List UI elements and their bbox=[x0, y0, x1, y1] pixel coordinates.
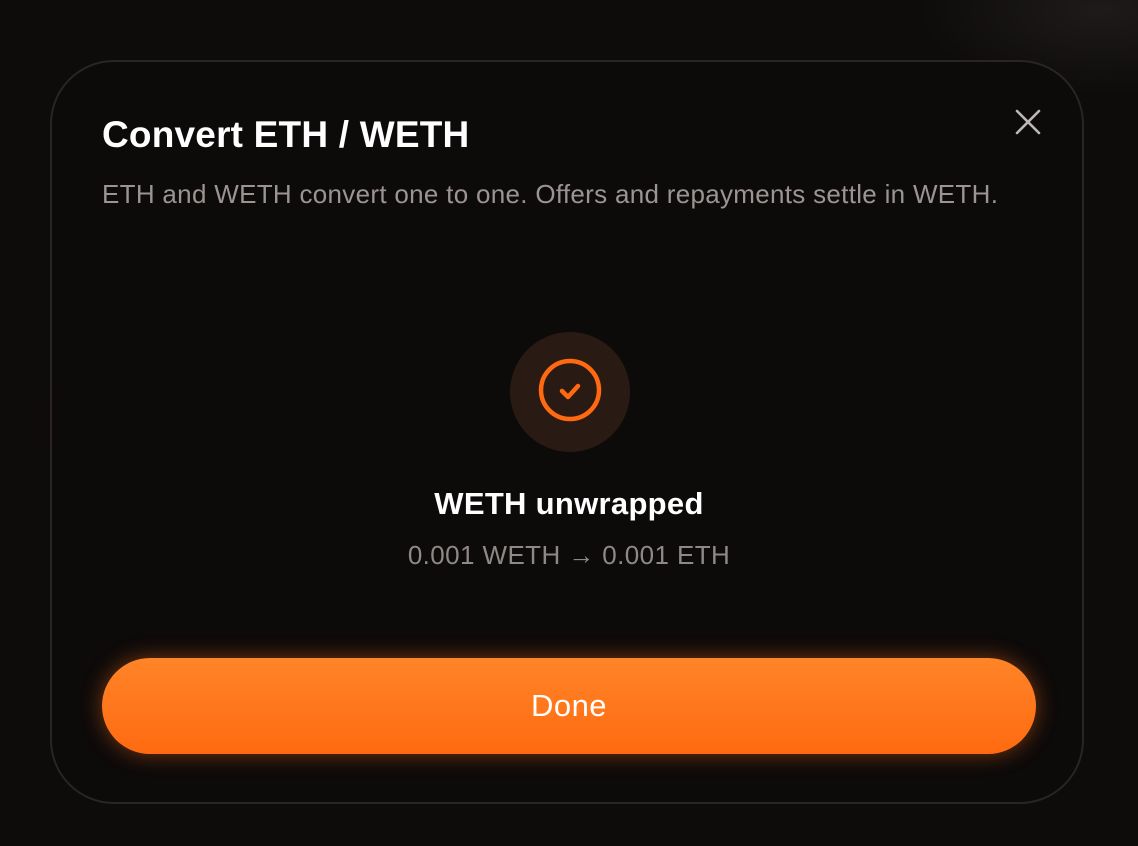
check-circle-icon bbox=[537, 357, 603, 428]
convert-dialog: Convert ETH / WETH ETH and WETH convert … bbox=[50, 60, 1084, 804]
dialog-title: Convert ETH / WETH bbox=[102, 114, 470, 155]
close-icon bbox=[1014, 108, 1042, 141]
success-badge bbox=[510, 332, 630, 452]
status-title: WETH unwrapped bbox=[434, 486, 704, 521]
done-button[interactable]: Done bbox=[102, 658, 1036, 754]
close-button[interactable] bbox=[1010, 106, 1046, 142]
conversion-summary: 0.001 WETH → 0.001 ETH bbox=[407, 540, 731, 570]
dialog-subtitle: ETH and WETH convert one to one. Offers … bbox=[102, 179, 999, 209]
